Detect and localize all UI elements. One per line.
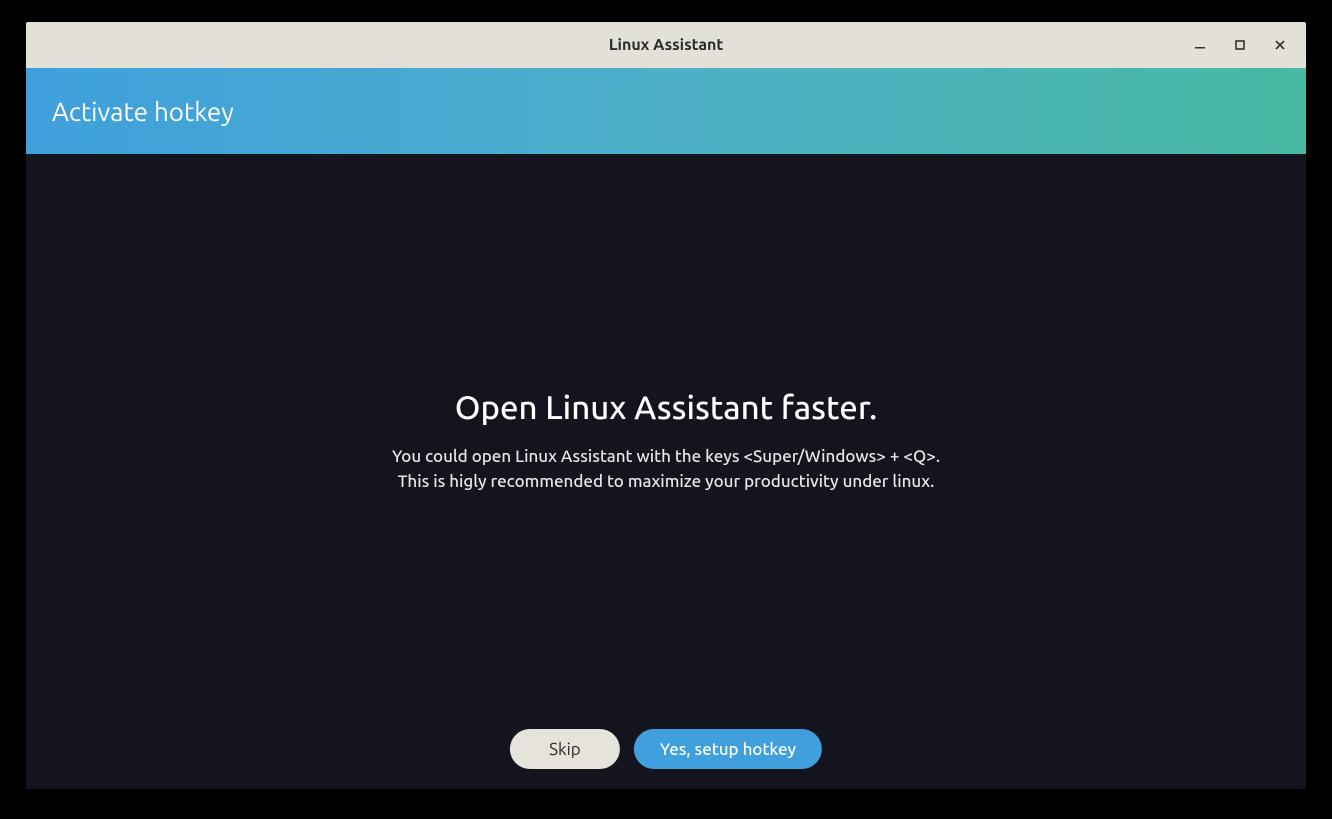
skip-button[interactable]: Skip (510, 729, 620, 769)
window-title: Linux Assistant (609, 36, 724, 54)
description-line-1: You could open Linux Assistant with the … (392, 444, 940, 470)
page-banner: Activate hotkey (26, 68, 1306, 154)
main-heading: Open Linux Assistant faster. (455, 389, 878, 426)
action-buttons: Skip Yes, setup hotkey (510, 729, 822, 769)
banner-title: Activate hotkey (52, 97, 234, 126)
minimize-button[interactable] (1182, 30, 1218, 60)
description-line-2: This is higly recommended to maximize yo… (392, 469, 940, 495)
description: You could open Linux Assistant with the … (392, 444, 940, 495)
close-button[interactable] (1262, 30, 1298, 60)
setup-hotkey-button[interactable]: Yes, setup hotkey (634, 729, 822, 769)
titlebar: Linux Assistant (26, 22, 1306, 68)
window-controls (1182, 22, 1298, 68)
close-icon (1275, 40, 1285, 50)
minimize-icon (1195, 40, 1205, 50)
app-window: Linux Assistant Activate hotkey (26, 22, 1306, 789)
maximize-icon (1235, 40, 1245, 50)
main-content: Open Linux Assistant faster. You could o… (26, 154, 1306, 789)
maximize-button[interactable] (1222, 30, 1258, 60)
